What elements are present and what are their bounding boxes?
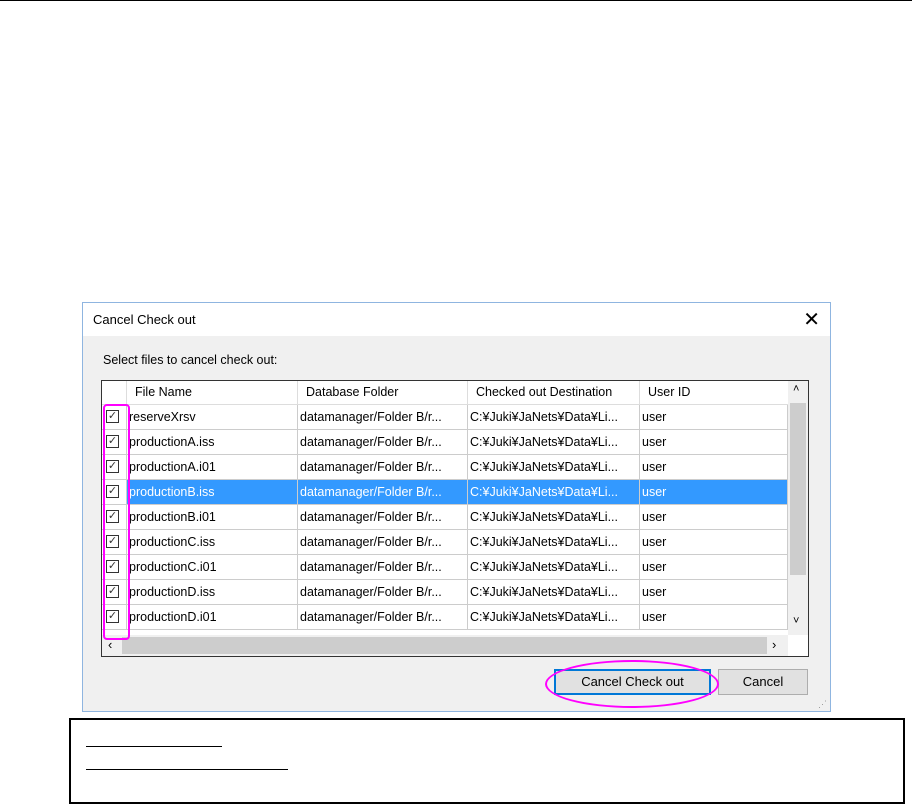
cell-dest: C:¥Juki¥JaNets¥Data¥Li...	[468, 505, 640, 530]
cell-folder: datamanager/Folder B/r...	[298, 480, 468, 505]
cell-user: user	[640, 480, 788, 505]
cell-file: productionB.i01	[127, 505, 298, 530]
cell-file: productionC.iss	[127, 530, 298, 555]
title-bar: Cancel Check out ✕	[83, 303, 830, 336]
table-row[interactable]: ✓ productionC.iss datamanager/Folder B/r..…	[102, 530, 788, 555]
table-row[interactable]: ✓ productionD.iss datamanager/Folder B/r..…	[102, 580, 788, 605]
cell-dest: C:¥Juki¥JaNets¥Data¥Li...	[468, 555, 640, 580]
cell-folder: datamanager/Folder B/r...	[298, 505, 468, 530]
top-rule	[0, 0, 912, 1]
cell-file: productionA.iss	[127, 430, 298, 455]
cell-user: user	[640, 555, 788, 580]
scroll-up-icon[interactable]: ˄	[793, 383, 799, 395]
cell-dest: C:¥Juki¥JaNets¥Data¥Li...	[468, 455, 640, 480]
table-row[interactable]: ✓ productionA.iss datamanager/Folder B/r..…	[102, 430, 788, 455]
cell-file: productionB.iss	[127, 480, 298, 505]
table-row[interactable]: ✓ productionB.i01 datamanager/Folder B/r..…	[102, 505, 788, 530]
cancel-check-out-dialog: Cancel Check out ✕ Select files to cance…	[82, 302, 831, 712]
cell-folder: datamanager/Folder B/r...	[298, 455, 468, 480]
cell-user: user	[640, 505, 788, 530]
cell-dest: C:¥Juki¥JaNets¥Data¥Li...	[468, 580, 640, 605]
cell-user: user	[640, 405, 788, 430]
vertical-scroll-thumb[interactable]	[790, 403, 806, 575]
cell-folder: datamanager/Folder B/r...	[298, 580, 468, 605]
cell-folder: datamanager/Folder B/r...	[298, 430, 468, 455]
column-header-user-id[interactable]: User ID	[640, 381, 788, 405]
cell-dest: C:¥Juki¥JaNets¥Data¥Li...	[468, 480, 640, 505]
file-grid: File Name Database Folder Checked out De…	[101, 380, 809, 657]
header-checkbox-column	[102, 381, 127, 405]
cell-folder: datamanager/Folder B/r...	[298, 555, 468, 580]
column-header-database-folder[interactable]: Database Folder	[298, 381, 468, 405]
scroll-down-icon[interactable]: ˅	[793, 615, 799, 627]
table-row[interactable]: ✓ productionB.iss datamanager/Folder B/r..…	[102, 480, 788, 505]
table-row[interactable]: ✓ productionD.i01 datamanager/Folder B/r..…	[102, 605, 788, 630]
cell-user: user	[640, 605, 788, 630]
cell-dest: C:¥Juki¥JaNets¥Data¥Li...	[468, 430, 640, 455]
cell-user: user	[640, 430, 788, 455]
cell-dest: C:¥Juki¥JaNets¥Data¥Li...	[468, 605, 640, 630]
cell-dest: C:¥Juki¥JaNets¥Data¥Li...	[468, 530, 640, 555]
annotation-box	[69, 718, 905, 804]
cell-file: reserveXrsv	[127, 405, 298, 430]
column-header-destination[interactable]: Checked out Destination	[468, 381, 640, 405]
column-header-file-name[interactable]: File Name	[127, 381, 298, 405]
dialog-title: Cancel Check out	[93, 312, 196, 327]
cell-file: productionD.i01	[127, 605, 298, 630]
horizontal-scrollbar[interactable]: ‹ ›	[102, 635, 788, 656]
close-icon[interactable]: ✕	[803, 307, 820, 332]
cell-user: user	[640, 580, 788, 605]
cell-folder: datamanager/Folder B/r...	[298, 605, 468, 630]
blank-line	[86, 746, 222, 747]
checkbox-highlight	[103, 404, 130, 640]
table-row[interactable]: ✓ reserveXrsv datamanager/Folder B/r... C:¥…	[102, 405, 788, 430]
cell-folder: datamanager/Folder B/r...	[298, 405, 468, 430]
cell-user: user	[640, 455, 788, 480]
cell-user: user	[640, 530, 788, 555]
cell-folder: datamanager/Folder B/r...	[298, 530, 468, 555]
cell-file: productionD.iss	[127, 580, 298, 605]
table-row[interactable]: ✓ productionA.i01 datamanager/Folder B/r..…	[102, 455, 788, 480]
blank-line	[86, 769, 288, 770]
resize-grip-icon[interactable]: ⋰	[818, 699, 827, 710]
cell-file: productionA.i01	[127, 455, 298, 480]
button-highlight	[545, 660, 719, 708]
cancel-button[interactable]: Cancel	[718, 669, 808, 695]
vertical-scrollbar[interactable]: ˄ ˅	[788, 381, 808, 635]
scroll-right-icon[interactable]: ›	[772, 637, 776, 652]
table-row[interactable]: ✓ productionC.i01 datamanager/Folder B/r..…	[102, 555, 788, 580]
horizontal-scroll-thumb[interactable]	[122, 637, 767, 654]
prompt-label: Select files to cancel check out:	[103, 353, 278, 367]
cell-dest: C:¥Juki¥JaNets¥Data¥Li...	[468, 405, 640, 430]
cell-file: productionC.i01	[127, 555, 298, 580]
